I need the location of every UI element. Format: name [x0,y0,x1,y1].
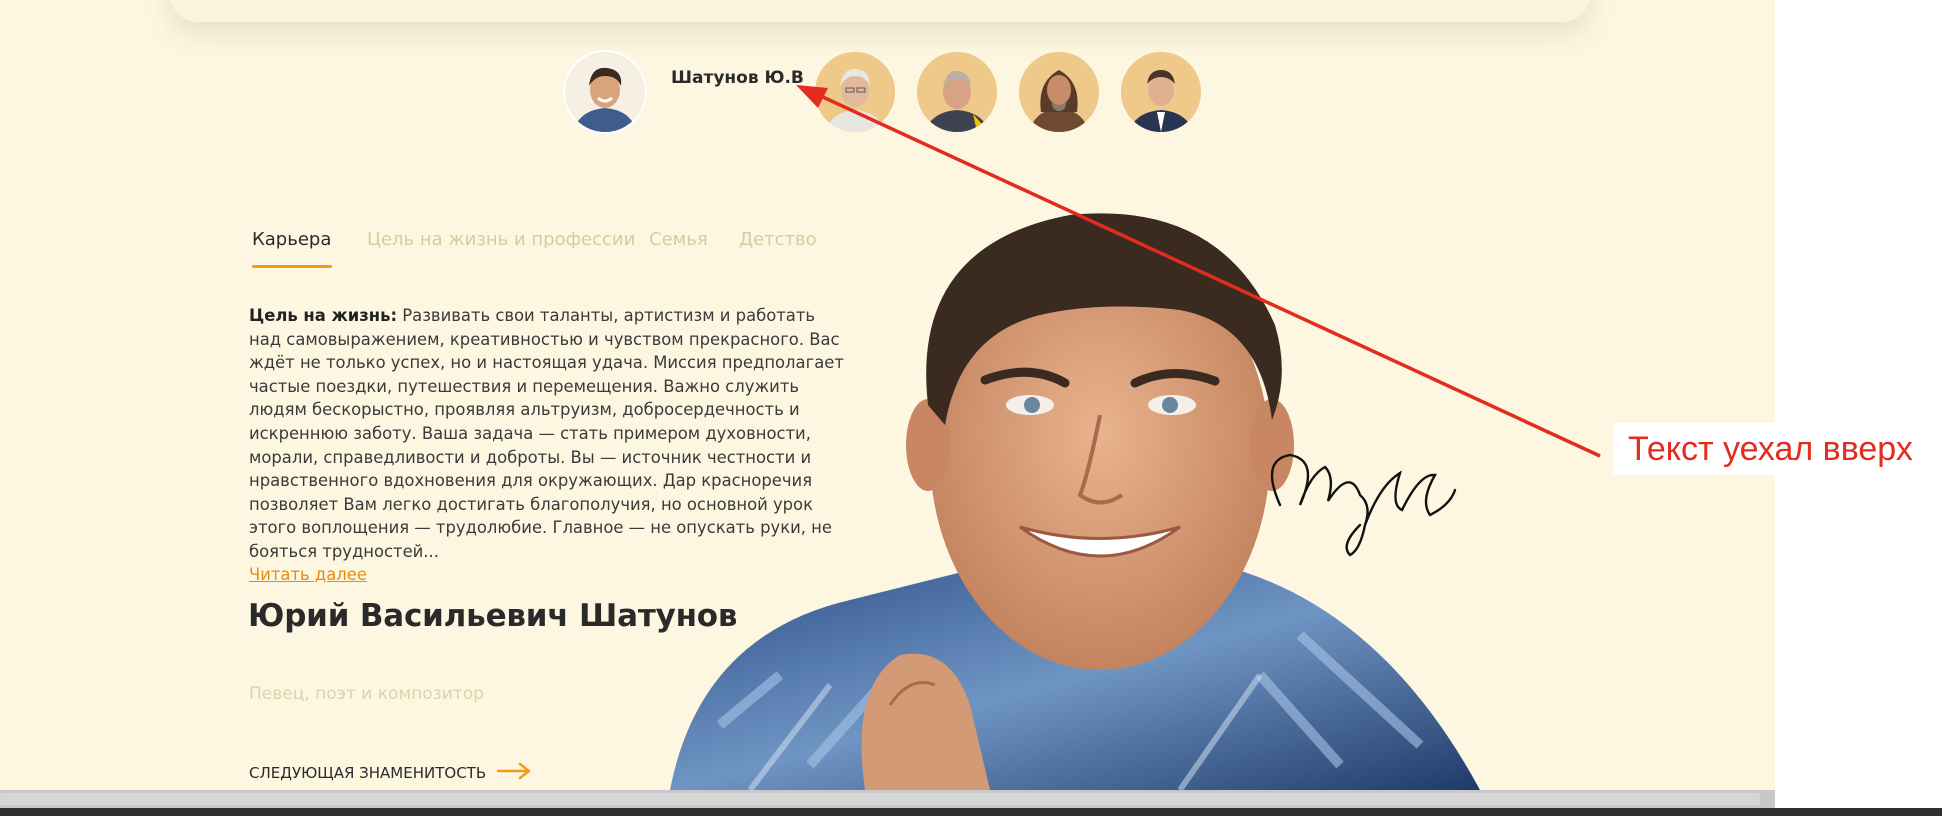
tab-life-goal[interactable]: Цель на жизнь и профессии [367,229,635,250]
next-celebrity-label: СЛЕДУЮЩАЯ ЗНАМЕНИТОСТЬ [249,764,487,782]
avatar-shatunov[interactable] [565,52,645,132]
bio-text: Развивать свои таланты, артистизм и рабо… [249,306,844,561]
active-celebrity-name: Шатунов Ю.В [671,68,804,88]
bio-paragraph: Цель на жизнь: Развивать свои таланты, а… [249,304,849,564]
right-margin [1775,0,1942,808]
horizontal-scrollbar[interactable] [0,790,1775,808]
header-card [170,0,1590,22]
signature-icon [1270,453,1457,557]
avatar-man-in-suit[interactable] [917,52,997,132]
arrow-right-icon [496,761,532,785]
avatar-long-haired-man[interactable] [1019,52,1099,132]
active-tab-indicator [252,265,332,268]
annotation-label: Текст уехал вверх [1613,423,1933,475]
bio-heading: Цель на жизнь: [249,306,398,325]
taskbar-strip [0,808,1942,816]
page: Шатунов Ю.В Карьера Цель на жизнь и проф… [0,0,1775,790]
read-more-link[interactable]: Читать далее [249,565,367,584]
annotation-text: Текст уехал вверх [1628,429,1913,468]
next-celebrity-link[interactable]: СЛЕДУЮЩАЯ ЗНАМЕНИТОСТЬ [249,761,532,785]
tab-career[interactable]: Карьера [252,229,331,250]
scrollbar-thumb[interactable] [0,793,1760,805]
avatar-young-man-suit[interactable] [1121,52,1201,132]
celebrity-full-name: Юрий Васильевич Шатунов [248,598,738,634]
celebrity-profession: Певец, поэт и композитор [249,684,484,704]
avatar-white-haired-man[interactable] [815,52,895,132]
